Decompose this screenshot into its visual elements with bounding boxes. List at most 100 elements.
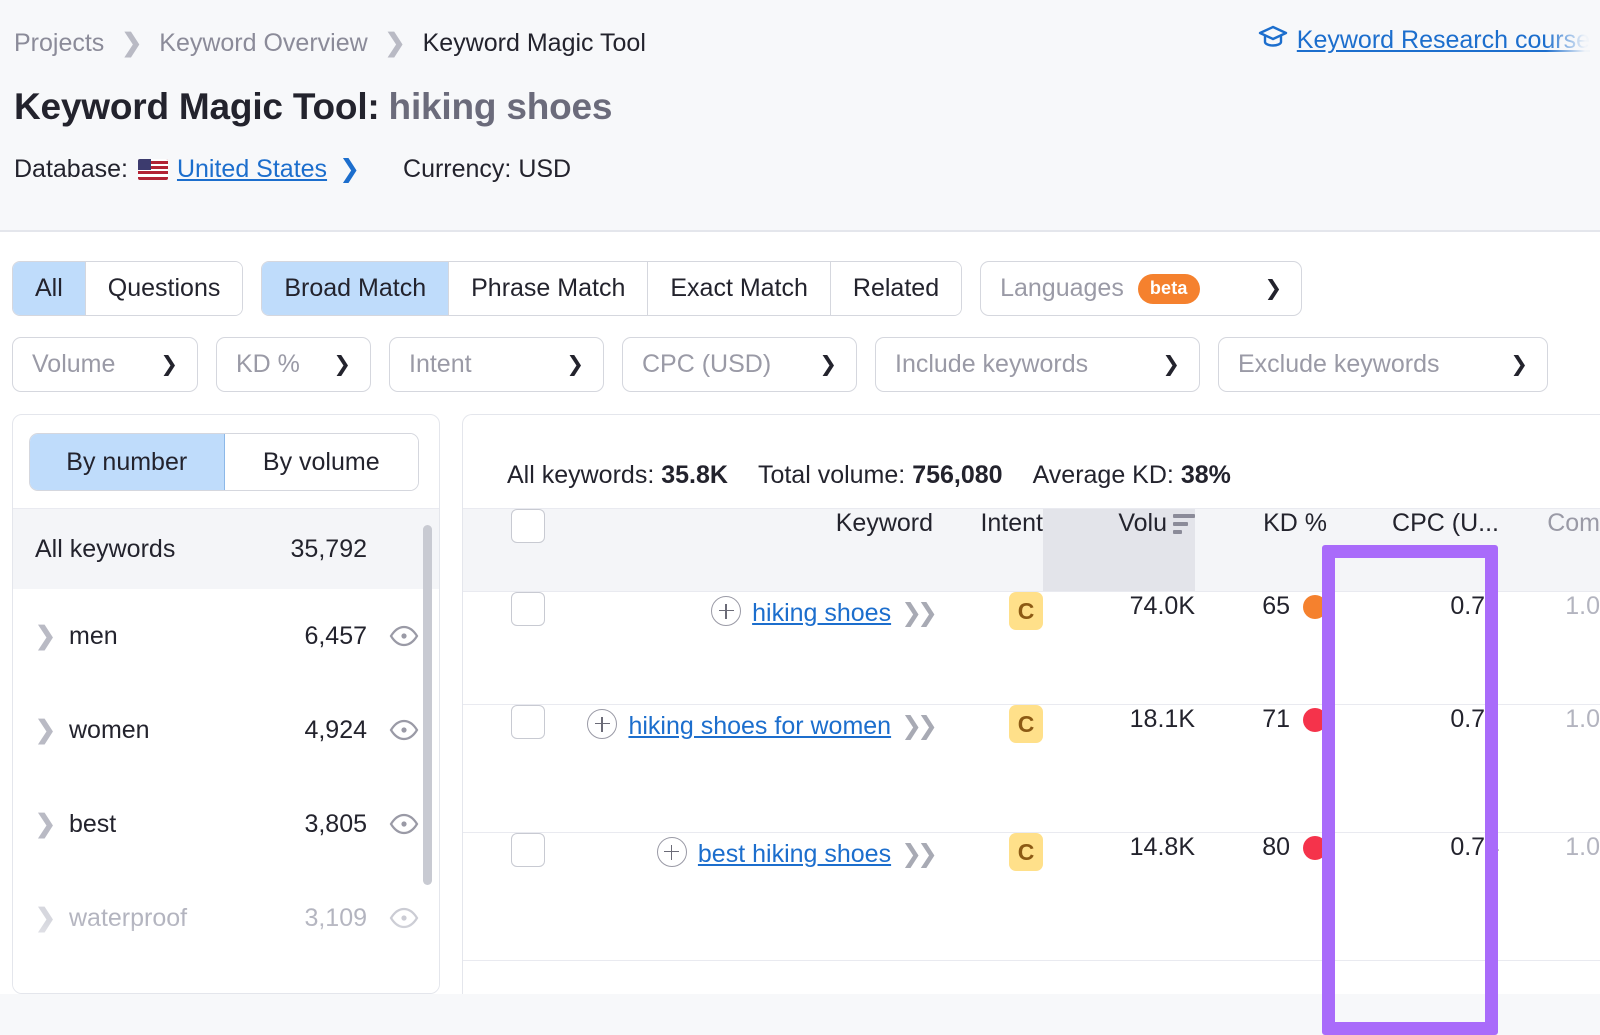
header-kd[interactable]: KD % [1195, 509, 1327, 592]
intent-filter[interactable]: Intent ❯ [389, 337, 604, 392]
tab-questions[interactable]: Questions [86, 262, 243, 315]
row-checkbox[interactable] [511, 592, 545, 626]
cell-intent: C [933, 705, 1043, 833]
keywords-table-panel: All keywords: 35.8K Total volume: 756,08… [462, 414, 1600, 994]
eye-icon[interactable] [389, 809, 419, 839]
database-selector[interactable]: United States [177, 155, 327, 184]
tab-exact-match[interactable]: Exact Match [648, 262, 831, 315]
tab-broad-match[interactable]: Broad Match [262, 262, 449, 315]
course-link-label: Keyword Research course [1297, 26, 1590, 55]
breadcrumb-separator: ❯ [385, 31, 406, 56]
cpc-filter-label: CPC (USD) [642, 350, 771, 379]
keyword-link[interactable]: best hiking shoes [698, 840, 891, 868]
cell-volume: 74.0K [1043, 592, 1195, 705]
cpc-filter[interactable]: CPC (USD) ❯ [622, 337, 857, 392]
add-keyword-icon[interactable] [711, 596, 741, 626]
chevron-down-icon: ❯ [333, 352, 351, 377]
table-row[interactable]: hiking shoes for women❯❯ C 18.1K 71 0.78 [463, 705, 1600, 833]
keyword-link[interactable]: hiking shoes for women [628, 712, 891, 740]
header-keyword[interactable]: Keyword [545, 509, 933, 592]
add-keyword-icon[interactable] [587, 709, 617, 739]
chevron-down-icon[interactable]: ❯ [339, 154, 360, 184]
cell-cpc: 0.78 [1327, 705, 1499, 833]
row-checkbox[interactable] [511, 833, 545, 867]
group-row-waterproof[interactable]: ❯ waterproof 3,109 [13, 871, 439, 965]
eye-icon[interactable] [389, 903, 419, 933]
exclude-keywords-filter[interactable]: Exclude keywords ❯ [1218, 337, 1548, 392]
graduation-cap-icon [1258, 24, 1288, 57]
group-sort-toggle-wrap: By number By volume [13, 415, 439, 509]
keywords-table: Keyword Intent Volu KD % CPC (U... Com [463, 508, 1600, 961]
group-count: 3,805 [304, 810, 367, 839]
group-sort-toggle: By number By volume [29, 433, 419, 491]
eye-icon[interactable] [389, 715, 419, 745]
table-header-row: Keyword Intent Volu KD % CPC (U... Com [463, 509, 1600, 592]
select-all-checkbox[interactable] [511, 509, 545, 543]
group-label: waterproof [69, 904, 304, 933]
keyword-link[interactable]: hiking shoes [752, 599, 891, 627]
cell-competitive-density: 1.0 [1499, 592, 1600, 705]
header-competitive-density[interactable]: Com [1499, 509, 1600, 592]
include-keywords-label: Include keywords [895, 350, 1088, 379]
header-cpc[interactable]: CPC (U... [1327, 509, 1499, 592]
volume-filter[interactable]: Volume ❯ [12, 337, 198, 392]
double-chevron-right-icon[interactable]: ❯❯ [901, 712, 933, 740]
chevron-down-icon: ❯ [160, 352, 178, 377]
breadcrumb-item-keyword-magic-tool[interactable]: Keyword Magic Tool [423, 29, 646, 58]
metric-filter-row: Volume ❯ KD % ❯ Intent ❯ CPC (USD) ❯ Inc… [12, 337, 1600, 392]
group-count: 6,457 [304, 622, 367, 651]
group-label: All keywords [35, 535, 291, 564]
header-intent[interactable]: Intent [933, 509, 1043, 592]
cell-keyword: hiking shoes for women ❯❯ [545, 705, 933, 833]
filter-bar: All Questions Broad Match Phrase Match E… [0, 232, 1600, 392]
table-row[interactable]: best hiking shoes❯❯ C 14.8K 80 0.74 [463, 833, 1600, 961]
languages-dropdown[interactable]: Languages beta ❯ [980, 261, 1302, 316]
page-header: Projects ❯ Keyword Overview ❯ Keyword Ma… [0, 0, 1600, 232]
page-title-query: hiking shoes [389, 86, 613, 127]
row-checkbox[interactable] [511, 705, 545, 739]
table-row[interactable]: hiking shoes❯❯ C 74.0K 65 0.72 1.0 [463, 592, 1600, 705]
add-keyword-icon[interactable] [657, 837, 687, 867]
cell-kd: 71 [1195, 705, 1327, 833]
chevron-right-icon[interactable]: ❯ [35, 621, 69, 651]
chevron-right-icon[interactable]: ❯ [35, 903, 69, 933]
scrollbar-thumb[interactable] [423, 525, 432, 885]
us-flag-icon [138, 159, 168, 180]
chevron-down-icon: ❯ [1264, 276, 1282, 301]
include-keywords-filter[interactable]: Include keywords ❯ [875, 337, 1200, 392]
sort-descending-icon [1173, 514, 1195, 534]
group-row-men[interactable]: ❯ men 6,457 [13, 589, 439, 683]
double-chevron-right-icon[interactable]: ❯❯ [901, 599, 933, 627]
eye-icon[interactable] [389, 621, 419, 651]
kd-value: 80 [1262, 833, 1290, 862]
kd-filter[interactable]: KD % ❯ [216, 337, 371, 392]
kd-value: 65 [1262, 592, 1290, 621]
toggle-by-volume[interactable]: By volume [225, 434, 419, 490]
com-value: 1.0 [1565, 705, 1600, 734]
double-chevron-right-icon[interactable]: ❯❯ [901, 840, 933, 868]
kd-filter-label: KD % [236, 350, 300, 379]
chevron-right-icon[interactable]: ❯ [35, 809, 69, 839]
select-all-header [463, 509, 545, 592]
keyword-type-toggle: All Questions [12, 261, 243, 316]
cell-volume: 14.8K [1043, 833, 1195, 961]
cell-keyword: best hiking shoes ❯❯ [545, 833, 933, 961]
breadcrumb-item-keyword-overview[interactable]: Keyword Overview [159, 29, 367, 58]
group-row-all-keywords[interactable]: All keywords 35,792 [13, 509, 439, 589]
breadcrumb-item-projects[interactable]: Projects [14, 29, 104, 58]
group-label: men [69, 622, 304, 651]
cell-competitive-density: 1.0 [1499, 705, 1600, 833]
keyword-group-list: All keywords 35,792 ❯ men 6,457 ❯ women … [13, 509, 439, 965]
group-row-women[interactable]: ❯ women 4,924 [13, 683, 439, 777]
tab-phrase-match[interactable]: Phrase Match [449, 262, 648, 315]
header-volume[interactable]: Volu [1043, 509, 1195, 592]
sidebar-scrollbar[interactable] [423, 525, 432, 993]
tab-all[interactable]: All [13, 262, 86, 315]
chevron-right-icon[interactable]: ❯ [35, 715, 69, 745]
toggle-by-number[interactable]: By number [30, 434, 225, 490]
group-row-best[interactable]: ❯ best 3,805 [13, 777, 439, 871]
tab-related[interactable]: Related [831, 262, 961, 315]
com-value: 1.0 [1565, 833, 1600, 862]
kd-value: 71 [1262, 705, 1290, 734]
keyword-research-course-link[interactable]: Keyword Research course [1258, 24, 1590, 57]
